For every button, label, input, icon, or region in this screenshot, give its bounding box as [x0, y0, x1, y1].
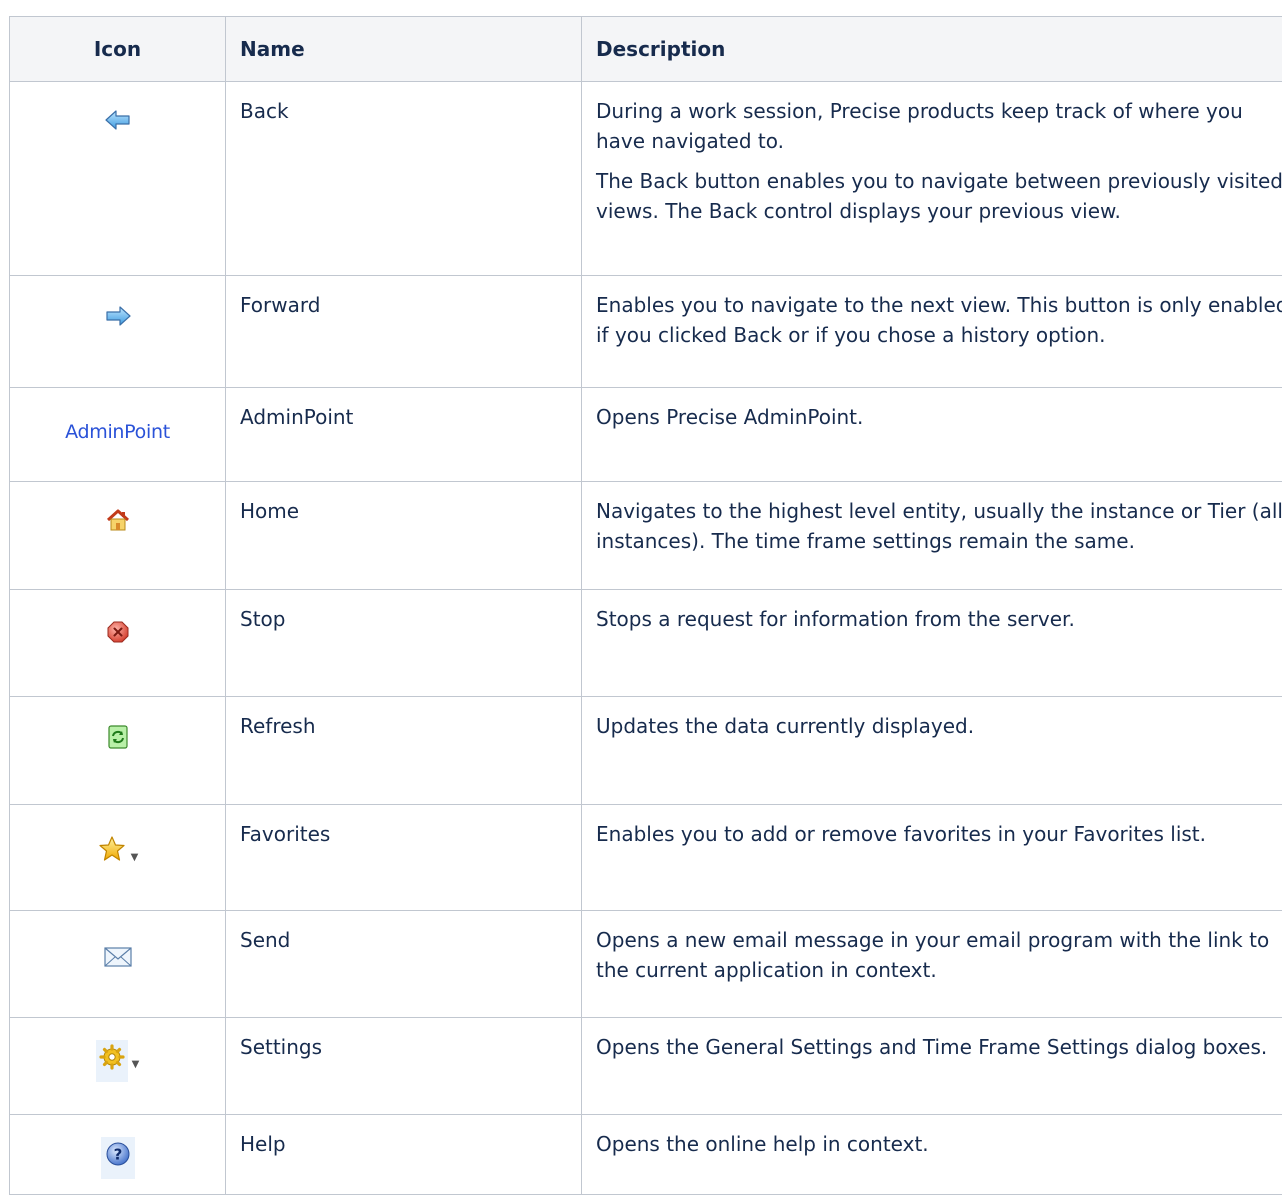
- row-description: Opens a new email message in your email …: [582, 911, 1282, 1018]
- toolbar-icons-table: Icon Name Description Back During a work…: [9, 16, 1282, 1195]
- row-description: Opens Precise AdminPoint.: [582, 388, 1282, 482]
- row-description: Opens the online help in context.: [582, 1115, 1282, 1195]
- home-icon: [105, 508, 131, 540]
- header-row: Icon Name Description: [10, 17, 1282, 82]
- header-description: Description: [582, 17, 1282, 82]
- row-name: Settings: [226, 1018, 582, 1115]
- table-row: Back During a work session, Precise prod…: [10, 82, 1282, 276]
- row-description: Updates the data currently displayed.: [582, 697, 1282, 805]
- table-row: Stop Stops a request for information fro…: [10, 590, 1282, 697]
- table-row: ▼ Favorites Enables you to add or remove…: [10, 805, 1282, 911]
- table-row: AdminPoint AdminPoint Opens Precise Admi…: [10, 388, 1282, 482]
- row-name: AdminPoint: [226, 388, 582, 482]
- row-name: Home: [226, 482, 582, 590]
- row-description: Enables you to navigate to the next view…: [582, 276, 1282, 388]
- stop-icon: [106, 620, 130, 652]
- row-name: Help: [226, 1115, 582, 1195]
- envelope-icon: [104, 945, 132, 975]
- row-name: Send: [226, 911, 582, 1018]
- row-name: Forward: [226, 276, 582, 388]
- gear-icon: [96, 1040, 128, 1082]
- header-name: Name: [226, 17, 582, 82]
- chevron-down-icon: ▼: [131, 852, 139, 863]
- row-description: Navigates to the highest level entity, u…: [582, 482, 1282, 590]
- star-icon: [97, 835, 127, 871]
- row-name: Refresh: [226, 697, 582, 805]
- refresh-icon: [107, 725, 129, 757]
- row-name: Stop: [226, 590, 582, 697]
- adminpoint-text-icon: AdminPoint: [65, 417, 170, 447]
- chevron-down-icon: ▼: [132, 1059, 140, 1070]
- table-row: Send Opens a new email message in your e…: [10, 911, 1282, 1018]
- help-icon: ?: [101, 1137, 135, 1179]
- row-name: Back: [226, 82, 582, 276]
- table-row: Home Navigates to the highest level enti…: [10, 482, 1282, 590]
- row-name: Favorites: [226, 805, 582, 911]
- table-row: ▼ Settings Opens the General Settings an…: [10, 1018, 1282, 1115]
- svg-text:?: ?: [113, 1146, 122, 1164]
- row-description: Opens the General Settings and Time Fram…: [582, 1018, 1282, 1115]
- row-description: Stops a request for information from the…: [582, 590, 1282, 697]
- row-description: Enables you to add or remove favorites i…: [582, 805, 1282, 911]
- table-row: ? Help Opens the online help in context.: [10, 1115, 1282, 1195]
- row-description: During a work session, Precise products …: [582, 82, 1282, 276]
- forward-arrow-icon: [105, 304, 131, 334]
- back-arrow-icon: [105, 108, 131, 138]
- header-icon: Icon: [10, 17, 226, 82]
- table-row: Refresh Updates the data currently displ…: [10, 697, 1282, 805]
- table-row: Forward Enables you to navigate to the n…: [10, 276, 1282, 388]
